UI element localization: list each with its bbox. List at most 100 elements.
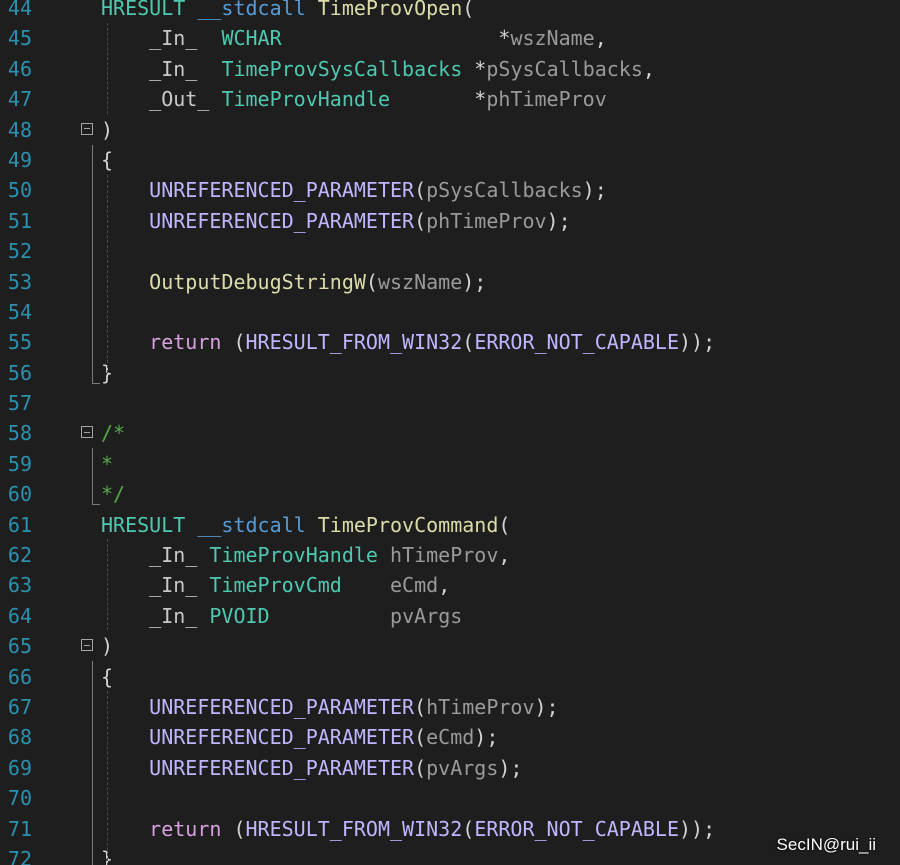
fold-region-guide (92, 448, 100, 505)
code-line[interactable]: 65) (0, 631, 900, 661)
code-line[interactable]: 63 _In_ TimeProvCmd eCmd, (0, 570, 900, 600)
code-token: TimeProvCmd (209, 573, 342, 598)
indent-guide (107, 539, 108, 630)
line-source: _In_ TimeProvSysCallbacks *pSysCallbacks… (101, 54, 655, 84)
code-line[interactable]: 51 UNREFERENCED_PARAMETER(phTimeProv); (0, 206, 900, 236)
indent-guide (107, 175, 108, 373)
code-editor[interactable]: 44 HRESULT __stdcall TimeProvOpen(45 _In_… (0, 0, 900, 865)
code-line[interactable]: 60 */ (0, 479, 900, 509)
code-token: ( (221, 816, 246, 841)
code-token: ( (462, 0, 475, 20)
code-line[interactable]: 62 _In_ TimeProvHandle hTimeProv, (0, 540, 900, 570)
code-line[interactable]: 50 UNREFERENCED_PARAMETER(pSysCallbacks)… (0, 175, 900, 205)
code-line[interactable]: 45 _In_ WCHAR *wszName, (0, 23, 900, 53)
code-area[interactable]: 44 HRESULT __stdcall TimeProvOpen(45 _In_… (0, 0, 900, 865)
code-line[interactable]: 44 HRESULT __stdcall TimeProvOpen( (0, 0, 900, 23)
line-number: 70 (7, 786, 32, 811)
code-line[interactable]: 61 HRESULT __stdcall TimeProvCommand( (0, 510, 900, 540)
code-token: wszName (377, 269, 463, 294)
code-token: TimeProvHandle (209, 543, 378, 568)
code-token: TimeProvOpen (317, 0, 463, 20)
code-line[interactable]: 57 (0, 388, 900, 418)
code-line[interactable]: 70 (0, 783, 900, 813)
code-token: )); (679, 816, 716, 841)
code-line[interactable]: 54 (0, 297, 900, 327)
code-token: pSysCallbacks (426, 178, 583, 203)
code-line[interactable]: 47 _Out_ TimeProvHandle *phTimeProv (0, 84, 900, 114)
code-line[interactable]: 53 OutputDebugStringW(wszName); (0, 267, 900, 297)
code-token: ); (498, 755, 523, 780)
code-token: hTimeProv (426, 694, 535, 719)
line-number: 60 (7, 482, 32, 507)
code-token: _In_ (149, 543, 198, 568)
code-line[interactable]: 56} (0, 358, 900, 388)
code-token: TimeProvHandle (221, 87, 391, 112)
line-number: 44 (7, 0, 32, 20)
code-token: /* (101, 421, 126, 446)
code-token: ); (534, 694, 559, 719)
line-source: ) (101, 115, 113, 145)
collapse-icon[interactable] (81, 122, 93, 135)
code-token: */ (101, 482, 126, 507)
code-token: __stdcall (197, 512, 306, 537)
line-number: 49 (7, 147, 32, 172)
line-number: 47 (7, 87, 32, 112)
code-token: * (462, 56, 487, 81)
code-token: * (390, 87, 487, 112)
code-line[interactable]: 52 (0, 236, 900, 266)
line-source: HRESULT __stdcall TimeProvCommand( (101, 510, 510, 540)
collapse-icon[interactable] (81, 426, 93, 439)
line-number: 72 (7, 846, 32, 865)
code-token: ( (462, 330, 475, 355)
code-line[interactable]: 67 UNREFERENCED_PARAMETER(hTimeProv); (0, 692, 900, 722)
line-number: 68 (7, 725, 32, 750)
line-source: UNREFERENCED_PARAMETER(pSysCallbacks); (101, 175, 607, 205)
code-token: phTimeProv (486, 87, 607, 112)
code-token: HRESULT_FROM_WIN32 (245, 330, 463, 355)
line-number: 57 (7, 391, 32, 416)
code-token: _In_ (149, 56, 198, 81)
collapse-icon[interactable] (81, 639, 93, 652)
code-line[interactable]: 55 return (HRESULT_FROM_WIN32(ERROR_NOT_… (0, 327, 900, 357)
line-number: 54 (7, 299, 32, 324)
code-token: ( (414, 208, 427, 233)
code-line[interactable]: 72} (0, 844, 900, 865)
line-number: 50 (7, 178, 32, 203)
code-token: , (642, 56, 655, 81)
code-line[interactable]: 49 { (0, 145, 900, 175)
code-line[interactable]: 59 * (0, 449, 900, 479)
code-line[interactable]: 48) (0, 115, 900, 145)
line-number: 71 (7, 816, 32, 841)
code-line[interactable]: 68 UNREFERENCED_PARAMETER(eCmd); (0, 722, 900, 752)
code-token: UNREFERENCED_PARAMETER (149, 178, 415, 203)
code-token: return (149, 330, 222, 355)
line-source: _Out_ TimeProvHandle *phTimeProv (101, 84, 607, 114)
code-line[interactable]: 58 /* (0, 418, 900, 448)
code-token: WCHAR (221, 26, 282, 51)
code-line[interactable]: 71 return (HRESULT_FROM_WIN32(ERROR_NOT_… (0, 814, 900, 844)
code-token: OutputDebugStringW (149, 269, 366, 294)
code-line[interactable]: 66 { (0, 662, 900, 692)
indent-guide (107, 23, 108, 114)
line-source: UNREFERENCED_PARAMETER(pvArgs); (101, 753, 522, 783)
line-source: * (101, 449, 113, 479)
code-token: ) (101, 117, 114, 142)
code-token: phTimeProv (426, 208, 547, 233)
code-line[interactable]: 69 UNREFERENCED_PARAMETER(pvArgs); (0, 753, 900, 783)
code-token: * (281, 26, 511, 51)
code-line[interactable]: 46 _In_ TimeProvSysCallbacks *pSysCallba… (0, 54, 900, 84)
code-token: ( (414, 755, 427, 780)
code-line[interactable]: 64 _In_ PVOID pvArgs (0, 601, 900, 631)
code-token: pvArgs (390, 603, 463, 628)
code-token: _In_ (149, 26, 198, 51)
